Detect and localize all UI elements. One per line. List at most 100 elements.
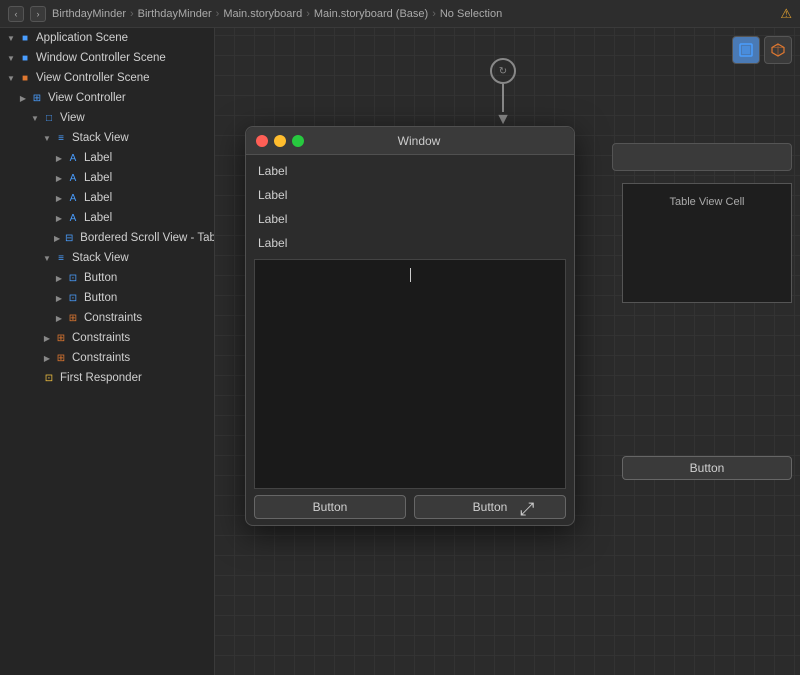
sidebar-item-view-controller-scene[interactable]: ▼ ■ View Controller Scene xyxy=(0,68,214,88)
sidebar-item-label-3[interactable]: ▶ A Label xyxy=(0,188,214,208)
nav-fwd-button[interactable]: › xyxy=(30,6,46,22)
window-titlebar: Window xyxy=(246,127,574,155)
window-label-3: Label xyxy=(258,207,562,231)
expand-arrow: ▶ xyxy=(54,173,64,183)
sidebar-label: Button xyxy=(84,292,117,304)
window-label-1: Label xyxy=(258,159,562,183)
title-bar-row xyxy=(612,143,792,171)
window-button-2[interactable]: Button xyxy=(414,495,566,519)
expand-arrow: ▶ xyxy=(42,333,52,343)
stack-view-2-icon: ≡ xyxy=(54,251,68,265)
warning-icon: ⚠ xyxy=(780,6,792,22)
label-icon: A xyxy=(66,171,80,185)
window-label-4: Label xyxy=(258,231,562,255)
label-icon: A xyxy=(66,151,80,165)
window-label-2: Label xyxy=(258,183,562,207)
constraints-icon: ⊞ xyxy=(66,311,80,325)
stack-view-icon: ≡ xyxy=(54,131,68,145)
sidebar-label: Button xyxy=(84,272,117,284)
sidebar-item-view[interactable]: ▼ □ View xyxy=(0,108,214,128)
sidebar-label: Label xyxy=(84,212,112,224)
top-bar: ‹ › BirthdayMinder › BirthdayMinder › Ma… xyxy=(0,0,800,28)
expand-arrow: ▶ xyxy=(54,233,60,243)
table-view-cell-area: Table View Cell xyxy=(622,183,792,303)
vc-icon: ⊞ xyxy=(30,91,44,105)
view-icon: □ xyxy=(42,111,56,125)
sidebar-item-view-controller[interactable]: ▶ ⊞ View Controller xyxy=(0,88,214,108)
canvas-area: ↻ ▼ Table View Cell Button Window xyxy=(215,28,800,675)
expand-arrow: ▼ xyxy=(42,253,52,263)
sidebar: ▼ ■ Application Scene ▼ ■ Window Control… xyxy=(0,28,215,675)
connector-arrow: ↻ ▼ xyxy=(490,58,516,128)
sidebar-label: Constraints xyxy=(72,352,130,364)
breadcrumb-1: BirthdayMinder xyxy=(52,8,126,20)
sidebar-label: Bordered Scroll View - Tab… xyxy=(80,232,214,244)
first-responder-icon: ⊡ xyxy=(42,371,56,385)
sidebar-item-constraints-3[interactable]: ▶ ⊞ Constraints xyxy=(0,348,214,368)
button-icon: ⊡ xyxy=(66,271,80,285)
sidebar-item-constraints-2[interactable]: ▶ ⊞ Constraints xyxy=(0,328,214,348)
cube-panel-button[interactable] xyxy=(764,36,792,64)
sidebar-label: Constraints xyxy=(72,332,130,344)
sidebar-item-label-4[interactable]: ▶ A Label xyxy=(0,208,214,228)
window-title: Window xyxy=(274,134,564,148)
vc-scene-icon: ■ xyxy=(18,71,32,85)
window-dark-area xyxy=(254,259,566,489)
label-icon: A xyxy=(66,211,80,225)
main-layout: ▼ ■ Application Scene ▼ ■ Window Control… xyxy=(0,28,800,675)
sidebar-label: Application Scene xyxy=(36,32,128,44)
sidebar-label: View Controller Scene xyxy=(36,72,150,84)
sidebar-label: Label xyxy=(84,172,112,184)
sidebar-item-button-2[interactable]: ▶ ⊡ Button xyxy=(0,288,214,308)
expand-arrow: ▶ xyxy=(54,153,64,163)
sidebar-item-stack-view-1[interactable]: ▼ ≡ Stack View xyxy=(0,128,214,148)
sidebar-item-stack-view-2[interactable]: ▼ ≡ Stack View xyxy=(0,248,214,268)
top-bar-right: ⚠ xyxy=(780,6,792,22)
expand-arrow: ▶ xyxy=(42,353,52,363)
window-button-1[interactable]: Button xyxy=(254,495,406,519)
table-view-cell-label: Table View Cell xyxy=(669,196,744,208)
panel-icons xyxy=(732,36,792,64)
sidebar-label: Window Controller Scene xyxy=(36,52,166,64)
expand-arrow: ▶ xyxy=(18,93,28,103)
sidebar-label: Stack View xyxy=(72,132,129,144)
window-body: Label Label Label Label xyxy=(246,155,574,525)
sidebar-label: View Controller xyxy=(48,92,126,104)
expand-arrow: ▼ xyxy=(30,113,40,123)
breadcrumb-4: Main.storyboard (Base) xyxy=(314,8,428,20)
label-icon: A xyxy=(66,191,80,205)
expand-arrow: ▼ xyxy=(6,33,16,43)
app-scene-icon: ■ xyxy=(18,31,32,45)
sidebar-item-constraints-1[interactable]: ▶ ⊞ Constraints xyxy=(0,308,214,328)
breadcrumb-5: No Selection xyxy=(440,8,502,20)
expand-arrow: ▶ xyxy=(54,313,64,323)
expand-arrow: ▼ xyxy=(6,73,16,83)
window-labels: Label Label Label Label xyxy=(246,155,574,259)
sidebar-item-window-controller-scene[interactable]: ▼ ■ Window Controller Scene xyxy=(0,48,214,68)
floating-window: Window Label Label Label Label xyxy=(245,126,575,526)
breadcrumb-3: Main.storyboard xyxy=(223,8,302,20)
sidebar-label: Constraints xyxy=(84,312,142,324)
window-scene-icon: ■ xyxy=(18,51,32,65)
sidebar-item-bordered-scroll-view[interactable]: ▶ ⊟ Bordered Scroll View - Tab… xyxy=(0,228,214,248)
window-footer: Button Button xyxy=(246,489,574,525)
right-panel-button[interactable]: Button xyxy=(622,456,792,480)
nav-back-button[interactable]: ‹ xyxy=(8,6,24,22)
sidebar-item-label-1[interactable]: ▶ A Label xyxy=(0,148,214,168)
expand-arrow: ▶ xyxy=(54,273,64,283)
constraints-2-icon: ⊞ xyxy=(54,331,68,345)
sidebar-item-label-2[interactable]: ▶ A Label xyxy=(0,168,214,188)
expand-arrow: ▶ xyxy=(54,293,64,303)
sidebar-item-application-scene[interactable]: ▼ ■ Application Scene xyxy=(0,28,214,48)
square-panel-button[interactable] xyxy=(732,36,760,64)
sidebar-label: Label xyxy=(84,152,112,164)
sidebar-label: Stack View xyxy=(72,252,129,264)
traffic-light-red[interactable] xyxy=(256,135,268,147)
sidebar-item-button-1[interactable]: ▶ ⊡ Button xyxy=(0,268,214,288)
breadcrumb: BirthdayMinder › BirthdayMinder › Main.s… xyxy=(52,8,502,20)
expand-arrow: ▶ xyxy=(54,193,64,203)
sidebar-label: View xyxy=(60,112,85,124)
button-2-icon: ⊡ xyxy=(66,291,80,305)
sidebar-item-first-responder[interactable]: ▶ ⊡ First Responder xyxy=(0,368,214,388)
expand-arrow: ▶ xyxy=(54,213,64,223)
